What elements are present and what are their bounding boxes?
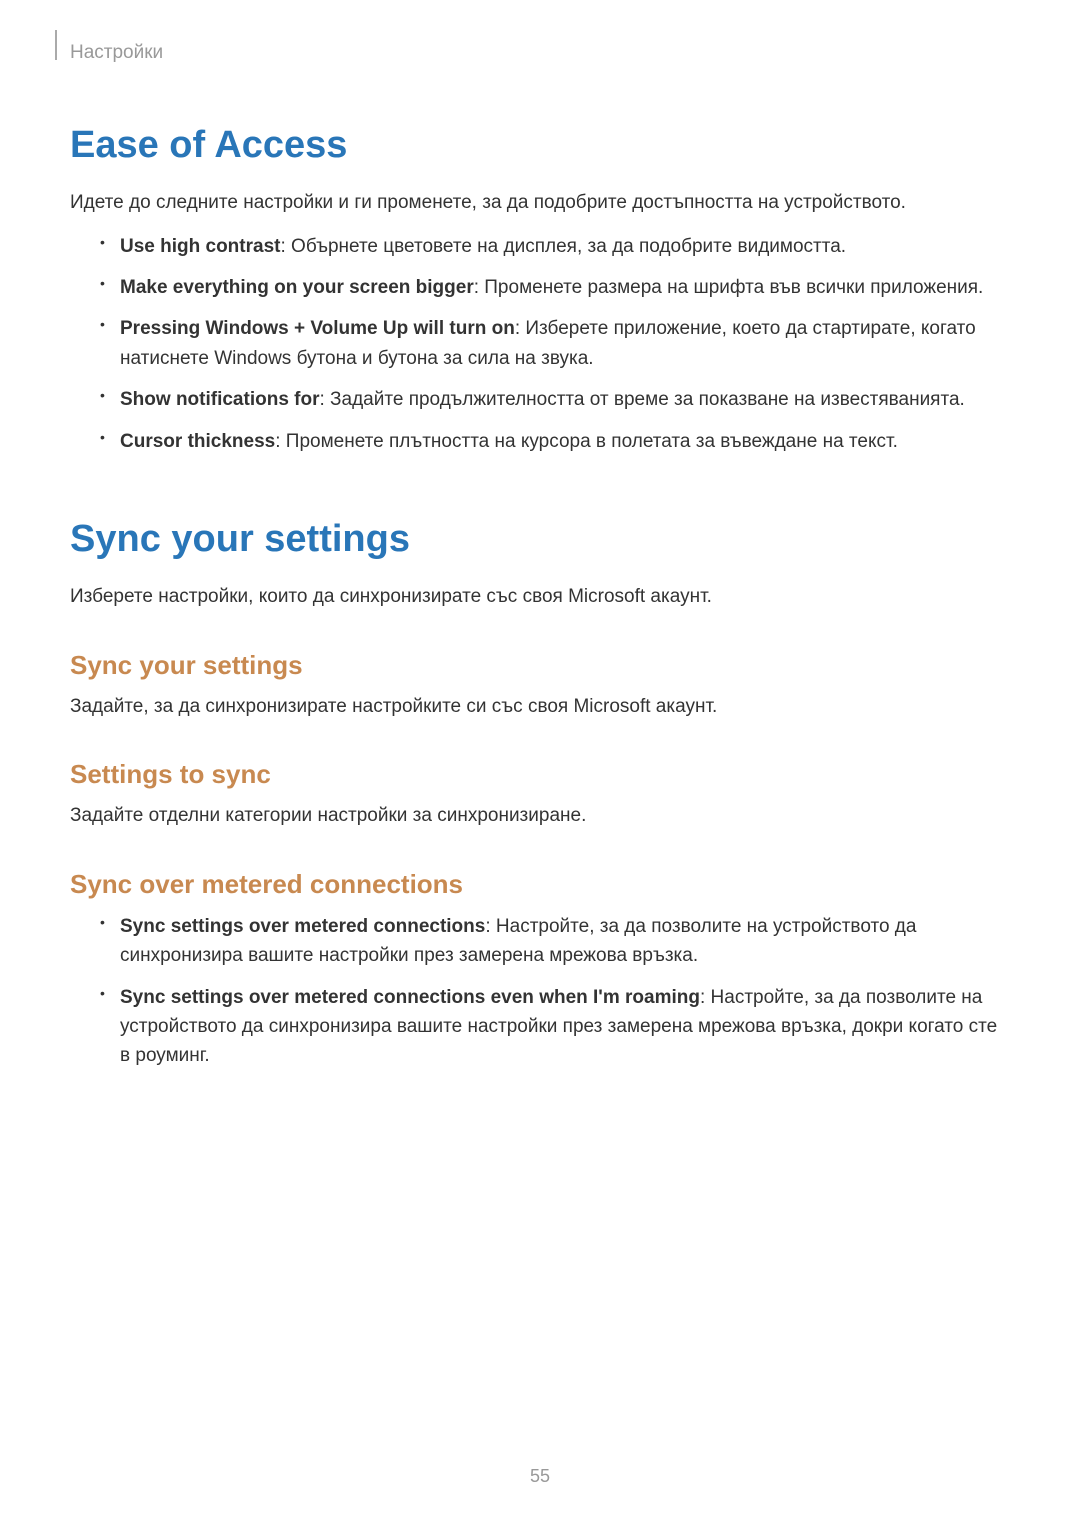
list-item: Sync settings over metered connections e… [100,983,1010,1071]
section2-intro: Изберете настройки, които да синхронизир… [70,583,1010,612]
subsection-sync-your-settings: Sync your settings [70,650,1010,681]
section-title-ease-of-access: Ease of Access [70,124,1010,167]
header-rule [55,30,57,60]
item-bold: Show notifications for [120,389,320,410]
list-item: Pressing Windows + Volume Up will turn o… [100,314,1010,373]
header-label: Настройки [70,42,1010,64]
item-text: : Променете плътността на курсора в поле… [275,431,898,452]
document-page: Настройки Ease of Access Идете до следни… [0,0,1080,1143]
item-bold: Make everything on your screen bigger [120,277,474,298]
page-number: 55 [0,1466,1080,1487]
list-item: Sync settings over metered connections: … [100,912,1010,971]
item-text: : Обърнете цветовете на дисплея, за да п… [280,236,846,257]
list-item: Show notifications for: Задайте продължи… [100,385,1010,414]
item-bold: Sync settings over metered connections e… [120,987,700,1008]
item-text: : Задайте продължителността от време за … [320,389,965,410]
metered-list: Sync settings over metered connections: … [70,912,1010,1071]
item-bold: Sync settings over metered connections [120,916,485,937]
list-item: Cursor thickness: Променете плътността н… [100,427,1010,456]
section1-intro: Идете до следните настройки и ги промене… [70,189,1010,218]
section-title-sync-settings: Sync your settings [70,518,1010,561]
sub1-desc: Задайте, за да синхронизирате настройкит… [70,693,1010,722]
item-bold: Pressing Windows + Volume Up will turn o… [120,318,515,339]
subsection-settings-to-sync: Settings to sync [70,759,1010,790]
subsection-sync-over-metered: Sync over metered connections [70,869,1010,900]
list-item: Make everything on your screen bigger: П… [100,273,1010,302]
list-item: Use high contrast: Обърнете цветовете на… [100,232,1010,261]
item-bold: Use high contrast [120,236,280,257]
item-bold: Cursor thickness [120,431,275,452]
item-text: : Променете размера на шрифта във всички… [474,277,984,298]
ease-of-access-list: Use high contrast: Обърнете цветовете на… [70,232,1010,457]
sub2-desc: Задайте отделни категории настройки за с… [70,802,1010,831]
